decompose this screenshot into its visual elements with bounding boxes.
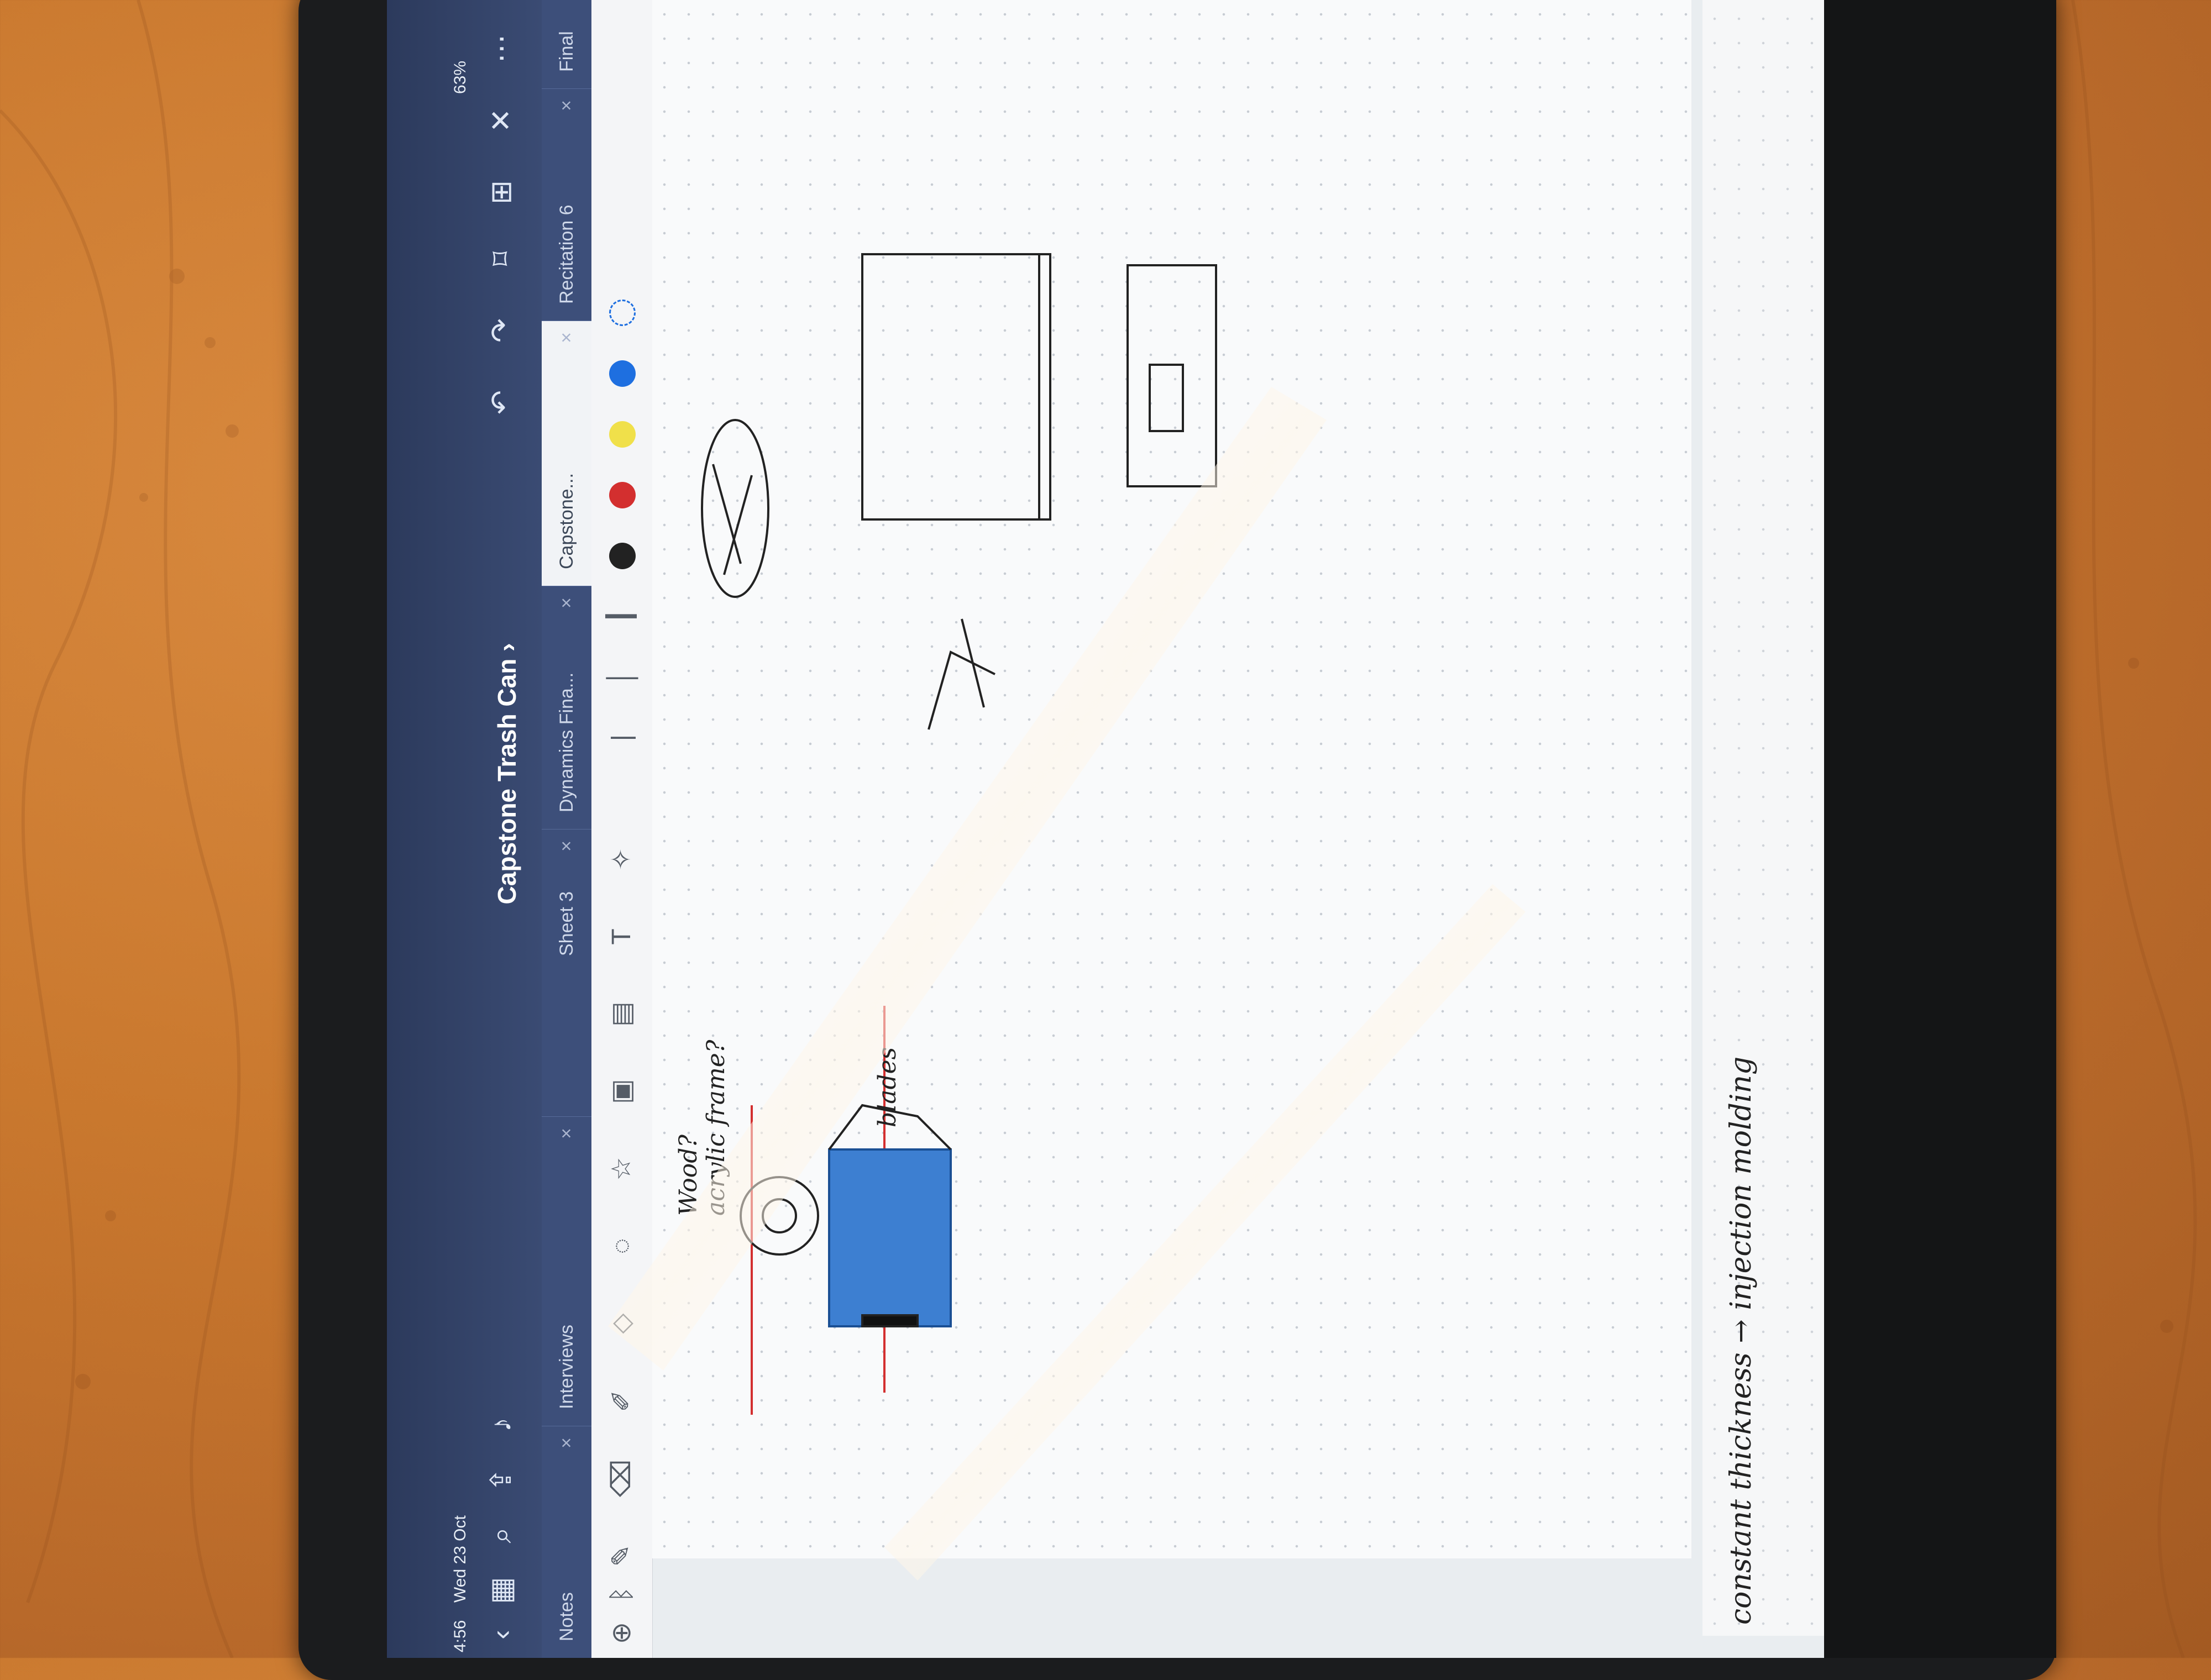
status-bar: 4:56 Wed 23 Oct 63% <box>448 0 481 1658</box>
eraser-icon[interactable]: ⌫ <box>602 1459 641 1498</box>
tab-final-cheat-sheet[interactable]: Final Cheat S <box>542 0 627 88</box>
more-icon[interactable]: ⋯ <box>484 31 519 66</box>
tab-recitation-6[interactable]: Recitation 6 × <box>542 88 591 321</box>
status-time: 4:56 <box>451 1620 469 1652</box>
tab-notes[interactable]: Notes × <box>542 1426 591 1658</box>
red-color-swatch[interactable] <box>609 482 636 508</box>
box-sketch <box>861 253 1051 521</box>
search-icon[interactable]: ⌕ <box>484 1518 519 1553</box>
document-title[interactable]: Capstone Trash Can › <box>492 580 522 967</box>
drawing-toolbar: ⊕ ᛒ ✎ ⌫ ✐ ◇ ◌ ☆ ▣ ▤ T ✧ | │ ┃ <box>591 0 653 1658</box>
tab-label: Capstone... <box>556 473 577 569</box>
cylinder-hatching <box>712 464 753 575</box>
tab-close-icon[interactable]: × <box>542 1128 591 1139</box>
mechanism-sketch <box>928 264 1217 730</box>
image-icon[interactable]: ▣ <box>602 1072 641 1111</box>
bottom-annotation: constant thickness → injection molding <box>1725 1056 1758 1625</box>
tab-sheet-3[interactable]: Sheet 3 × <box>542 829 591 1116</box>
next-notebook-page[interactable]: constant thickness → injection molding <box>1702 0 1824 1636</box>
medium-stroke-icon[interactable]: │ <box>602 658 641 696</box>
shapes-icon[interactable]: ◇ <box>602 1304 641 1343</box>
tab-close-icon[interactable]: × <box>542 841 591 852</box>
status-date: Wed 23 Oct <box>451 1515 469 1603</box>
notebook-page[interactable]: Wood? acrylic frame? blades <box>652 0 1691 1558</box>
blue-color-swatch[interactable] <box>609 360 636 387</box>
wood-annotation: Wood? <box>674 1135 703 1216</box>
tab-close-icon[interactable]: × <box>542 332 591 343</box>
tab-label: Dynamics Fina... <box>556 672 577 812</box>
pen-tool-icon[interactable]: ✎ <box>602 1536 641 1575</box>
cylinder-sketch <box>701 419 769 598</box>
app-header: 4:56 Wed 23 Oct 63% ‹ ▦ ⌕ ⇪ ♪ Capstone T… <box>387 0 542 1658</box>
rail-outline <box>1127 264 1217 487</box>
tablet-screen: 4:56 Wed 23 Oct 63% ‹ ▦ ⌕ ⇪ ♪ Capstone T… <box>387 0 1824 1658</box>
status-battery: 63% <box>451 61 469 95</box>
lasso-icon[interactable]: ◌ <box>602 1227 641 1266</box>
acrylic-annotation: acrylic frame? <box>702 1040 730 1216</box>
share-icon[interactable]: ⇪ <box>484 1462 519 1498</box>
tab-close-icon[interactable]: × <box>542 100 591 111</box>
undo-icon[interactable]: ↶ <box>484 385 519 420</box>
yellow-color-swatch[interactable] <box>609 421 636 448</box>
back-chevron-icon[interactable]: ‹ <box>484 1617 519 1652</box>
bottle-drawing <box>828 1148 952 1327</box>
add-page-icon[interactable]: ⊕ <box>602 1614 641 1652</box>
tab-close-icon[interactable]: × <box>542 597 591 608</box>
add-color-icon[interactable] <box>609 300 636 326</box>
sticker-icon[interactable]: ☆ <box>602 1149 641 1188</box>
microphone-icon[interactable]: ♪ <box>484 1407 519 1442</box>
hinge-sketch <box>928 618 996 730</box>
tab-capstone[interactable]: Capstone... × <box>542 321 591 586</box>
latch-outline <box>1149 364 1184 432</box>
tab-label: Interviews <box>556 1324 577 1409</box>
bluetooth-icon: ᛒ <box>607 1586 636 1603</box>
add-page-icon[interactable]: ⊞ <box>484 175 519 210</box>
redo-icon[interactable]: ↷ <box>484 313 519 348</box>
grid-view-icon[interactable]: ▦ <box>484 1573 519 1608</box>
title-chevron-icon: › <box>493 643 521 652</box>
close-icon[interactable]: ✕ <box>484 103 519 138</box>
tab-interviews[interactable]: Interviews × <box>542 1116 591 1426</box>
thin-stroke-icon[interactable]: | <box>602 718 641 757</box>
blades-annotation: blades <box>873 1047 902 1127</box>
camera-icon[interactable]: ▤ <box>602 995 641 1033</box>
blade-disc <box>861 1314 919 1327</box>
tab-dynamics-final[interactable]: Dynamics Fina... × <box>542 586 591 829</box>
wheel-hub <box>762 1198 797 1233</box>
tab-label: Sheet 3 <box>556 891 577 956</box>
laser-pointer-icon[interactable]: ✧ <box>602 840 641 879</box>
bookmark-icon[interactable]: ⌑ <box>484 241 519 276</box>
tab-label: Recitation 6 <box>556 204 577 304</box>
tabs-bar: Notes × Interviews × Sheet 3 × Dynamics … <box>542 0 627 1658</box>
tab-label: Notes <box>556 1592 577 1641</box>
highlighter-icon[interactable]: ✐ <box>602 1382 641 1420</box>
tablet-case-edge <box>1824 0 2056 1658</box>
trash-can-sketch <box>740 1006 952 1415</box>
thick-stroke-icon[interactable]: ┃ <box>602 597 641 636</box>
text-tool-icon[interactable]: T <box>602 917 641 956</box>
box-outline <box>861 253 1051 521</box>
sketch-canvas <box>701 253 1217 1415</box>
cylinder-outline <box>701 419 769 598</box>
notes-app: 4:56 Wed 23 Oct 63% ‹ ▦ ⌕ ⇪ ♪ Capstone T… <box>387 0 1824 1658</box>
black-color-swatch[interactable] <box>609 543 636 569</box>
tab-close-icon[interactable]: × <box>542 1437 591 1448</box>
document-title-text: Capstone Trash Can <box>493 658 521 905</box>
